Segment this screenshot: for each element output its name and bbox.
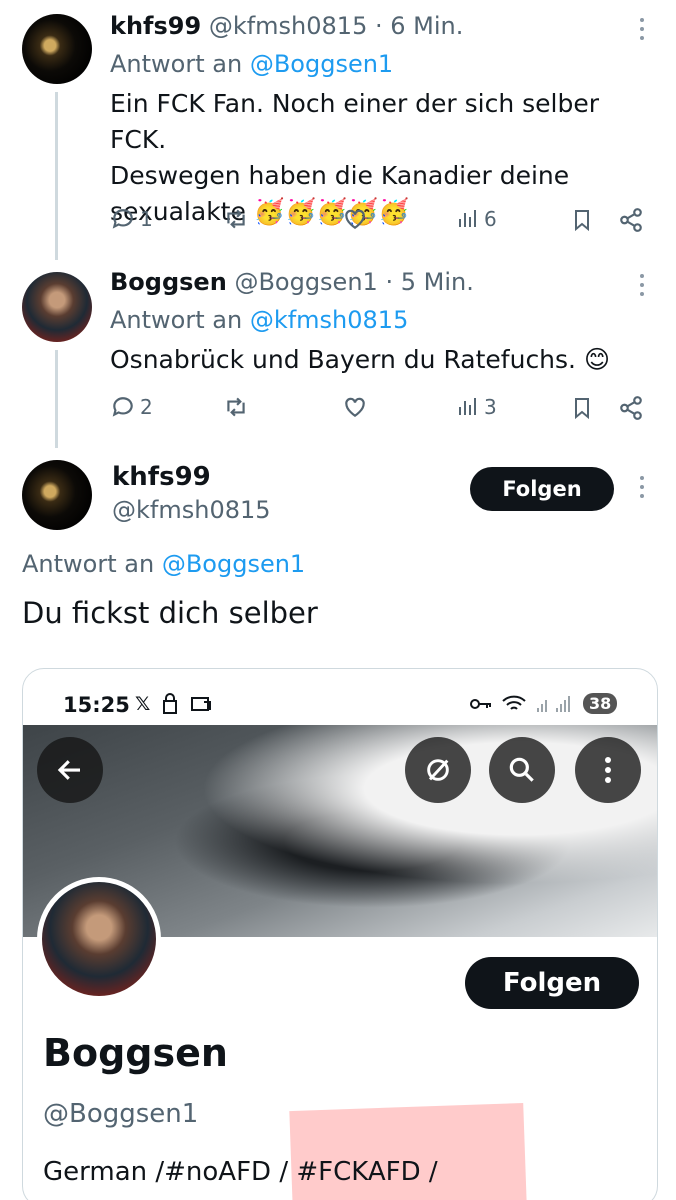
like-icon bbox=[345, 209, 365, 229]
reply-mention[interactable]: @Boggsen1 bbox=[250, 50, 393, 78]
bio-hashtag: #FCKAFD / bbox=[296, 1157, 438, 1187]
search-icon bbox=[509, 757, 534, 782]
reply-button[interactable]: 2 bbox=[110, 394, 153, 420]
views-button[interactable]: 6 bbox=[456, 206, 497, 232]
reply-mention[interactable]: @Boggsen1 bbox=[162, 550, 305, 578]
party-emojis: 🥳🥳🥳🥳🥳 bbox=[253, 197, 410, 226]
more-icon[interactable] bbox=[632, 18, 652, 40]
bookmark-icon bbox=[575, 398, 589, 420]
profile-name: Boggsen bbox=[43, 1031, 228, 1075]
share-icon bbox=[620, 396, 642, 420]
thread-line bbox=[55, 350, 58, 448]
status-time: 15:25 bbox=[63, 693, 130, 717]
notification-icon bbox=[163, 693, 178, 714]
views-count: 6 bbox=[484, 207, 497, 231]
timestamp[interactable]: · 5 Min. bbox=[385, 268, 473, 296]
tweet-header: Boggsen @Boggsen1 · 5 Min. bbox=[110, 268, 474, 296]
more-vertical-icon bbox=[605, 757, 611, 783]
views-button[interactable]: 3 bbox=[456, 394, 497, 420]
more-button[interactable] bbox=[575, 737, 641, 803]
like-icon bbox=[345, 397, 365, 417]
bookmark-button[interactable] bbox=[570, 206, 594, 234]
translate-button[interactable] bbox=[405, 737, 471, 803]
profile-handle: @Boggsen1 bbox=[43, 1099, 199, 1129]
profile-avatar[interactable] bbox=[37, 877, 161, 1001]
retweet-button[interactable] bbox=[222, 206, 250, 232]
reply-to: Antwort an @Boggsen1 bbox=[22, 550, 305, 578]
retweet-icon bbox=[227, 209, 245, 229]
reply-icon bbox=[112, 209, 133, 229]
reply-to: Antwort an @Boggsen1 bbox=[110, 50, 393, 78]
handle[interactable]: @Boggsen1 bbox=[234, 268, 377, 296]
avatar[interactable] bbox=[22, 14, 92, 84]
reply-prefix: Antwort an bbox=[22, 550, 155, 578]
tweet-text-line: Deswegen haben die Kanadier deine bbox=[110, 161, 570, 190]
display-name[interactable]: khfs99 bbox=[112, 462, 211, 492]
avatar[interactable] bbox=[22, 272, 92, 342]
search-button[interactable] bbox=[489, 737, 555, 803]
share-icon bbox=[620, 208, 642, 232]
timestamp[interactable]: · 6 Min. bbox=[375, 12, 463, 40]
follow-button[interactable]: Folgen bbox=[465, 957, 639, 1009]
like-button[interactable] bbox=[342, 206, 368, 232]
display-name[interactable]: Boggsen bbox=[110, 268, 227, 296]
avatar[interactable] bbox=[22, 460, 92, 530]
x-logo-icon: 𝕏 bbox=[135, 693, 151, 715]
reply-mention[interactable]: @kfmsh0815 bbox=[250, 306, 409, 334]
tweet-text-content: Osnabrück und Bayern du Ratefuchs. bbox=[110, 345, 577, 374]
retweet-icon bbox=[227, 397, 245, 417]
handle[interactable]: @kfmsh0815 bbox=[112, 496, 271, 524]
thread-line bbox=[55, 92, 58, 260]
follow-button[interactable]: Folgen bbox=[470, 467, 614, 511]
bookmark-icon bbox=[575, 210, 589, 232]
signal-icon bbox=[537, 695, 570, 712]
status-right-icons: 38 bbox=[469, 693, 618, 714]
more-icon[interactable] bbox=[632, 274, 652, 296]
reply-count: 2 bbox=[140, 395, 153, 419]
share-button[interactable] bbox=[618, 206, 644, 234]
profile-bio: German /#noAFD / #FCKAFD / bbox=[43, 1157, 438, 1187]
reply-count: 1 bbox=[140, 207, 153, 231]
views-icon bbox=[459, 398, 476, 415]
views-icon bbox=[459, 210, 476, 227]
share-button[interactable] bbox=[618, 394, 644, 422]
reply-prefix: Antwort an bbox=[110, 306, 243, 334]
status-left-icons: 𝕏 bbox=[135, 693, 212, 715]
tweet-text-line: Ein FCK Fan. Noch einer der sich selber … bbox=[110, 89, 600, 154]
battery-badge: 38 bbox=[583, 693, 618, 714]
more-icon[interactable] bbox=[632, 476, 652, 498]
reply-to: Antwort an @kfmsh0815 bbox=[110, 306, 408, 334]
smile-emoji: 😊 bbox=[583, 345, 611, 374]
back-button[interactable] bbox=[37, 737, 103, 803]
handle[interactable]: @kfmsh0815 bbox=[209, 12, 368, 40]
bio-text: German /#noAFD / bbox=[43, 1157, 297, 1187]
attached-image[interactable]: 15:25 𝕏 38 Folgen Boggsen @Boggsen1 Germ… bbox=[22, 668, 658, 1200]
views-count: 3 bbox=[484, 395, 497, 419]
retweet-button[interactable] bbox=[222, 394, 250, 420]
key-icon bbox=[470, 698, 491, 709]
reply-button[interactable]: 1 bbox=[110, 206, 153, 232]
notification-icon bbox=[191, 697, 212, 711]
tweet-text: Du fickst dich selber bbox=[22, 596, 318, 630]
reply-prefix: Antwort an bbox=[110, 50, 243, 78]
reply-icon bbox=[112, 397, 133, 417]
tweet-text: Osnabrück und Bayern du Ratefuchs. 😊 bbox=[110, 342, 660, 378]
back-arrow-icon bbox=[57, 760, 80, 780]
display-name[interactable]: khfs99 bbox=[110, 12, 201, 40]
bookmark-button[interactable] bbox=[570, 394, 594, 422]
wifi-icon bbox=[502, 695, 526, 710]
tweet-header: khfs99 @kfmsh0815 · 6 Min. bbox=[110, 12, 463, 40]
translate-icon bbox=[427, 759, 449, 781]
like-button[interactable] bbox=[342, 394, 368, 420]
